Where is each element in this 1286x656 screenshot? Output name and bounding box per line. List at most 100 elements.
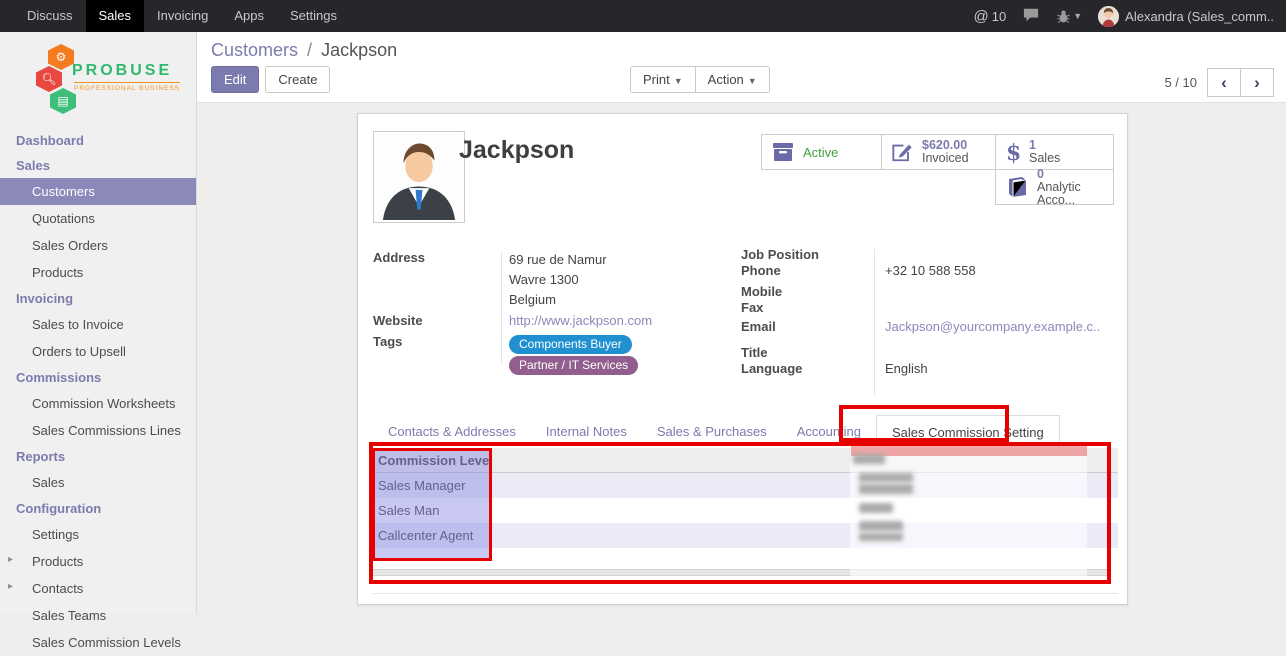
sidebar-item-orders-to-upsell[interactable]: Orders to Upsell xyxy=(0,338,196,365)
tab-sales-purchases[interactable]: Sales & Purchases xyxy=(642,415,782,449)
sidebar-item-label: Customers xyxy=(32,184,95,199)
pager-previous-button[interactable]: ‹ xyxy=(1207,68,1241,97)
sidebar-item-sales-orders[interactable]: Sales Orders xyxy=(0,232,196,259)
sidebar-item-label: Sales xyxy=(32,475,65,490)
debug-menu-icon[interactable]: ▼ xyxy=(1056,9,1082,24)
customer-photo[interactable] xyxy=(373,131,465,223)
sidebar-item-label: Contacts xyxy=(32,581,83,596)
redacted-text xyxy=(859,521,903,531)
at-icon: @ xyxy=(974,8,989,25)
commission-level-cell: Callcenter Agent xyxy=(372,523,1118,543)
sidebar-item-sales[interactable]: Sales xyxy=(0,469,196,496)
user-menu[interactable]: Alexandra (Sales_comm.. xyxy=(1098,6,1274,27)
topbar-menu-invoicing[interactable]: Invoicing xyxy=(144,0,221,32)
create-button[interactable]: Create xyxy=(265,66,330,93)
redacted-text xyxy=(859,473,913,482)
commission-level-cell: Sales Man xyxy=(372,498,1118,518)
pencil-icon xyxy=(891,141,914,163)
sidebar-item-sales-commission-levels[interactable]: Sales Commission Levels xyxy=(0,629,196,656)
edit-button[interactable]: Edit xyxy=(211,66,259,93)
sidebar-item-settings[interactable]: Settings xyxy=(0,521,196,548)
field-row-mobile: Mobile xyxy=(741,284,1113,300)
tag-partner-it-services[interactable]: Partner / IT Services xyxy=(509,356,638,375)
phone-label: Phone xyxy=(741,263,885,279)
sidebar-item-commission-worksheets[interactable]: Commission Worksheets xyxy=(0,390,196,417)
topbar-menu-settings[interactable]: Settings xyxy=(277,0,350,32)
print-dropdown[interactable]: Print▼ xyxy=(630,66,696,93)
address-line: 69 rue de Namur xyxy=(509,250,607,270)
sidebar-heading-sales[interactable]: Sales xyxy=(0,153,196,178)
topbar-menus: DiscussSalesInvoicingAppsSettings xyxy=(14,0,350,32)
pager-next-button[interactable]: › xyxy=(1240,68,1274,97)
chevron-down-icon: ▼ xyxy=(674,76,683,86)
sidebar-heading-configuration[interactable]: Configuration xyxy=(0,496,196,521)
stat-label: Invoiced xyxy=(922,152,969,165)
topbar-menu-sales[interactable]: Sales xyxy=(86,0,145,32)
pager-counter: 5 / 10 xyxy=(1164,75,1197,90)
website-link[interactable]: http://www.jackpson.com xyxy=(509,313,652,328)
sidebar-heading-dashboard[interactable]: Dashboard xyxy=(0,128,196,153)
sidebar-item-label: Sales Teams xyxy=(32,608,106,623)
sidebar-item-products[interactable]: Products xyxy=(0,259,196,286)
sidebar-item-label: Sales Commissions Lines xyxy=(32,423,181,438)
action-dropdown[interactable]: Action▼ xyxy=(695,66,770,93)
stat-button-active[interactable]: Active xyxy=(761,134,882,170)
topbar-menu-apps[interactable]: Apps xyxy=(221,0,277,32)
sidebar-menu: DashboardSalesCustomersQuotationsSales O… xyxy=(0,128,196,656)
stat-button-sales[interactable]: $ 1 Sales xyxy=(995,134,1114,170)
stat-button-invoiced[interactable]: $620.00 Invoiced xyxy=(881,134,996,170)
logo-title: PROBUSE xyxy=(72,62,172,80)
redacted-text xyxy=(859,533,903,541)
sidebar-item-label: Orders to Upsell xyxy=(32,344,126,359)
tab-internal-notes[interactable]: Internal Notes xyxy=(531,415,642,449)
tab-sales-commission-setting[interactable]: Sales Commission Setting xyxy=(876,415,1060,449)
sidebar-heading-reports[interactable]: Reports xyxy=(0,444,196,469)
breadcrumb-separator: / xyxy=(307,40,312,60)
phone-value: +32 10 588 558 xyxy=(885,263,976,279)
table-row[interactable]: Callcenter Agent xyxy=(372,523,1118,548)
tag-components-buyer[interactable]: Components Buyer xyxy=(509,335,632,354)
expand-caret-icon: ▸ xyxy=(8,554,13,565)
chevron-down-icon: ▼ xyxy=(748,76,757,86)
address-label: Address xyxy=(373,250,509,310)
app-logo: ⚙ 🔍︎ ▤ PROBUSE PROFESSIONAL BUSINESS xyxy=(0,36,196,122)
messages-icon[interactable] xyxy=(1022,7,1040,26)
sidebar-item-label: Settings xyxy=(32,527,79,542)
sidebar-item-contacts[interactable]: ▸Contacts xyxy=(0,575,196,602)
divider xyxy=(372,593,1118,594)
sidebar-item-sales-teams[interactable]: Sales Teams xyxy=(0,602,196,629)
table-row[interactable]: Sales Manager xyxy=(372,473,1118,498)
page-title: Jackpson xyxy=(459,136,574,165)
mention-counter[interactable]: @ 10 xyxy=(974,8,1007,25)
topbar-menu-discuss[interactable]: Discuss xyxy=(14,0,86,32)
field-group-left: Address 69 rue de NamurWavre 1300Belgium… xyxy=(373,250,725,366)
address-value: 69 rue de NamurWavre 1300Belgium xyxy=(509,250,607,310)
column-header-commission-level[interactable]: Commission Level xyxy=(372,448,1118,468)
horizontal-scrollbar[interactable] xyxy=(372,569,1111,576)
table-row[interactable]: Sales Man xyxy=(372,498,1118,523)
sidebar-item-sales-commissions-lines[interactable]: Sales Commissions Lines xyxy=(0,417,196,444)
tab-contacts-addresses[interactable]: Contacts & Addresses xyxy=(373,415,531,449)
email-value[interactable]: Jackpson@yourcompany.example.c.. xyxy=(885,319,1100,335)
user-name: Alexandra (Sales_comm.. xyxy=(1125,9,1274,24)
breadcrumb-parent[interactable]: Customers xyxy=(211,40,298,60)
sidebar-heading-commissions[interactable]: Commissions xyxy=(0,365,196,390)
archive-icon xyxy=(771,141,795,163)
commission-table: Commission Level Sales ManagerSales Man Ca… xyxy=(372,448,1118,561)
stat-button-analytic-accounts[interactable]: 0 Analytic Acco... xyxy=(995,169,1114,205)
field-row-language: LanguageEnglish xyxy=(741,361,1113,377)
language-label: Language xyxy=(741,361,885,377)
logo-subtitle: PROFESSIONAL BUSINESS xyxy=(74,82,180,92)
sidebar-item-quotations[interactable]: Quotations xyxy=(0,205,196,232)
field-row-title: Title xyxy=(741,345,1113,361)
sidebar-item-label: Sales Commission Levels xyxy=(32,635,181,650)
sidebar-item-sales-to-invoice[interactable]: Sales to Invoice xyxy=(0,311,196,338)
tags-label: Tags xyxy=(373,334,509,376)
sidebar-item-customers[interactable]: Customers xyxy=(0,178,196,205)
sidebar-item-products[interactable]: ▸Products xyxy=(0,548,196,575)
sidebar-heading-invoicing[interactable]: Invoicing xyxy=(0,286,196,311)
stat-value: 0 xyxy=(1037,168,1104,181)
magnifier-icon: 🔍︎ xyxy=(36,66,62,92)
user-avatar xyxy=(1098,6,1119,27)
tab-accounting[interactable]: Accounting xyxy=(782,415,876,449)
